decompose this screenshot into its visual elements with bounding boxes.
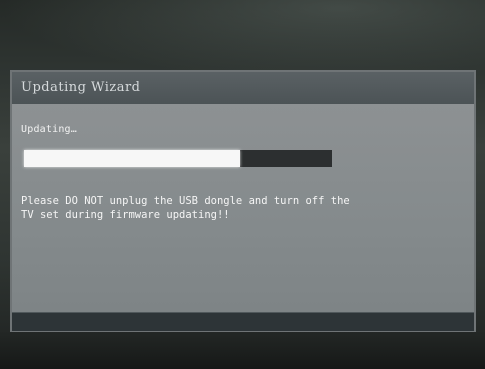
updating-wizard-dialog: Updating Wizard Updating… Please DO NOT … <box>10 70 476 332</box>
screen-glare <box>0 0 485 80</box>
dialog-title: Updating Wizard <box>21 80 141 95</box>
progress-fill <box>24 150 240 167</box>
tv-bezel-bottom <box>0 332 485 369</box>
warning-line-1: Please DO NOT unplug the USB dongle and … <box>21 195 350 207</box>
warning-message: Please DO NOT unplug the USB dongle and … <box>21 194 461 222</box>
status-text: Updating… <box>21 124 77 135</box>
tv-screen: Updating Wizard Updating… Please DO NOT … <box>0 0 485 369</box>
dialog-content: Updating… Please DO NOT unplug the USB d… <box>12 104 474 312</box>
warning-line-2: TV set during firmware updating!! <box>21 209 230 221</box>
update-progress-bar <box>24 150 332 167</box>
dialog-titlebar: Updating Wizard <box>12 72 474 105</box>
dialog-footer-bar <box>12 312 474 331</box>
